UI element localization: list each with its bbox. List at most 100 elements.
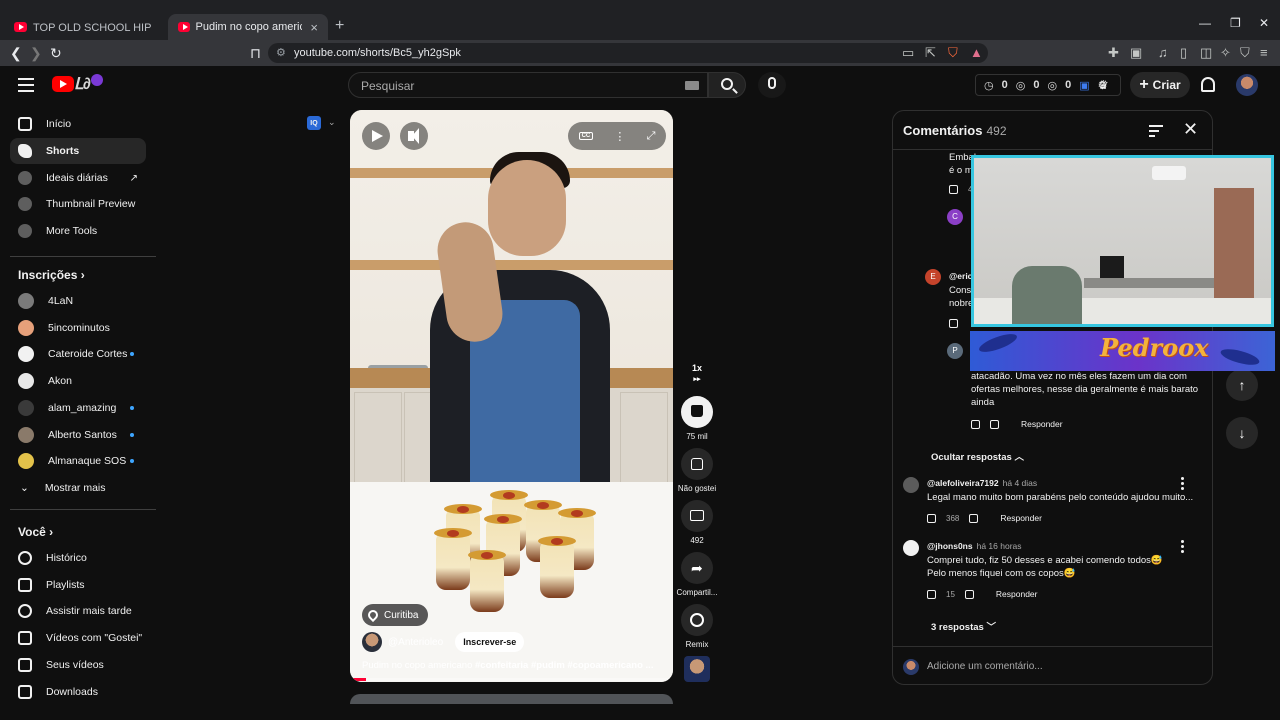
chevron-down-icon[interactable]: ⌄ — [328, 117, 336, 128]
site-info-icon[interactable]: ⚙ — [276, 46, 286, 59]
next-short-button[interactable]: ↓ — [1226, 417, 1258, 449]
comment-author[interactable]: @jhons0ns há 16 horas — [927, 541, 1022, 551]
video-caption[interactable]: Pudim no copo americano #confeitaria #pu… — [362, 660, 662, 671]
reply-button[interactable]: Responder — [996, 589, 1038, 599]
commenter-avatar[interactable]: C — [947, 209, 963, 225]
sort-icon[interactable] — [1149, 125, 1163, 140]
sidebar-show-more[interactable]: ⌄ Mostrar mais — [10, 475, 146, 501]
leo-ai-icon[interactable]: ✧ — [1220, 45, 1231, 61]
like-button[interactable] — [681, 396, 713, 428]
vpn-icon[interactable]: ⛉ — [1240, 45, 1250, 61]
close-window-icon[interactable]: ✕ — [1259, 16, 1269, 30]
playback-speed-button[interactable]: 1x ▸▸ — [683, 357, 711, 385]
you-heading[interactable]: Você › — [18, 525, 53, 539]
guide-menu-icon[interactable] — [18, 78, 34, 92]
commenter-avatar[interactable] — [903, 477, 919, 493]
iq-extension-icon[interactable]: IQ — [307, 116, 321, 130]
more-options-icon[interactable]: ⋮ — [614, 130, 625, 143]
channel-avatar[interactable] — [362, 632, 382, 652]
iq-icon[interactable]: ▣ — [1079, 79, 1089, 92]
like-icon[interactable] — [927, 513, 936, 523]
sidebar-toggle-icon[interactable]: ▯ — [1180, 45, 1187, 61]
location-chip[interactable]: Curitiba — [362, 604, 429, 626]
minimize-icon[interactable]: — — [1199, 16, 1211, 30]
search-input[interactable]: Pesquisar — [348, 72, 708, 98]
screenshot-icon[interactable]: ▣ — [1130, 45, 1142, 61]
sidebar-item-you[interactable]: Assistir mais tarde — [10, 598, 146, 624]
restore-icon[interactable]: ❐ — [1230, 16, 1241, 30]
trophy-icon[interactable]: ♛ — [1098, 78, 1109, 92]
channel-name[interactable]: @Anterioleo — [388, 637, 443, 648]
sidebar-item-you[interactable]: Seus vídeos — [10, 652, 146, 678]
reply-button[interactable]: Responder — [1000, 513, 1042, 523]
mute-button[interactable] — [400, 122, 428, 150]
next-short-preview[interactable] — [350, 694, 673, 704]
forward-icon[interactable]: ❯ — [30, 45, 42, 62]
sidebar-item-daily-ideas[interactable]: Ideais diárias ↗ — [10, 165, 146, 191]
hide-replies-button[interactable]: Ocultar respostas ︿ — [931, 449, 1024, 463]
close-comments-icon[interactable]: ✕ — [1183, 119, 1198, 140]
show-replies-button[interactable]: 3 respostas ﹀ — [931, 619, 996, 633]
new-tab-button[interactable]: + — [335, 17, 344, 35]
previous-short-button[interactable]: ↑ — [1226, 369, 1258, 401]
sidebar-item-thumbnail-preview[interactable]: Thumbnail Preview — [10, 191, 146, 217]
dislike-icon[interactable] — [990, 419, 999, 429]
like-icon[interactable] — [949, 185, 958, 194]
browser-tab-active[interactable]: Pudim no copo americano #confe × — [168, 14, 328, 40]
fullscreen-icon[interactable]: ⤢ — [647, 130, 656, 143]
sidebar-subscription[interactable]: 5incominutos — [10, 315, 146, 341]
share-button[interactable]: ➦ — [681, 552, 713, 584]
music-icon[interactable]: ♫ — [1158, 45, 1168, 60]
search-button[interactable] — [708, 72, 746, 98]
sidebar-subscription[interactable]: Akon — [10, 368, 146, 394]
shorts-video-player[interactable]: CC ⋮ ⤢ Curitiba @Anterioleo Inscrever-se… — [350, 110, 673, 682]
reply-button[interactable]: Responder — [1021, 419, 1063, 429]
comment-menu-icon[interactable] — [1181, 540, 1185, 555]
keyboard-icon[interactable] — [685, 81, 699, 90]
sidebar-item-home[interactable]: Início — [10, 111, 146, 137]
dislike-icon[interactable] — [964, 589, 974, 599]
back-icon[interactable]: ❮ — [10, 45, 22, 62]
account-avatar[interactable] — [1236, 74, 1258, 96]
share-page-icon[interactable]: ⇱ — [925, 45, 936, 61]
commenter-avatar[interactable] — [903, 540, 919, 556]
rewards-icon[interactable]: ▲ — [970, 45, 983, 60]
commenter-avatar[interactable]: E — [925, 269, 941, 285]
sidebar-item-you[interactable]: Histórico — [10, 545, 146, 571]
youtube-logo-icon[interactable] — [52, 76, 74, 92]
sidebar-subscription[interactable]: alam_amazing — [10, 395, 146, 421]
remix-button[interactable] — [681, 604, 713, 636]
dislike-button[interactable] — [681, 448, 713, 480]
sidebar-item-shorts[interactable]: Shorts — [10, 138, 146, 164]
cast-icon[interactable]: ▭ — [902, 45, 914, 61]
bookmark-icon[interactable]: ⊓ — [250, 45, 261, 62]
like-icon[interactable] — [971, 419, 980, 429]
sidebar-item-you[interactable]: Playlists — [10, 572, 146, 598]
comment-author[interactable]: @alefoliveira7192 há 4 dias — [927, 478, 1037, 488]
like-icon[interactable] — [949, 319, 958, 328]
sidebar-item-you[interactable]: Vídeos com "Gostei" — [10, 625, 146, 651]
browser-tab[interactable]: TOP OLD SCHOOL HIP HOP 🔥 50 Co — [4, 14, 164, 40]
sidebar-item-you[interactable]: Downloads — [10, 679, 146, 705]
close-tab-icon[interactable]: × — [310, 20, 318, 35]
partial-reply-author[interactable]: @eric — [949, 271, 972, 281]
like-icon[interactable] — [927, 589, 936, 599]
url-field[interactable]: ⚙ youtube.com/shorts/Bc5_yh2gSpk — [268, 43, 988, 63]
play-button[interactable] — [362, 122, 390, 150]
subscribe-button[interactable]: Inscrever-se — [455, 632, 525, 652]
sidebar-subscription[interactable]: Cateroide Cortes — [10, 341, 146, 367]
voice-search-button[interactable] — [758, 72, 786, 98]
sidebar-subscription[interactable]: Alberto Santos — [10, 422, 146, 448]
caption-hashtags[interactable]: #confeitaria #pudim #copoamericano ... — [475, 660, 653, 671]
sidebar-subscription[interactable]: 4LaN — [10, 288, 146, 314]
notifications-bell-icon[interactable] — [1201, 77, 1215, 92]
brave-shield-icon[interactable]: ⛉ — [948, 45, 958, 61]
extensions-icon[interactable]: ✚ — [1108, 45, 1119, 61]
captions-icon[interactable]: CC — [578, 132, 594, 140]
sidebar-item-more-tools[interactable]: More Tools — [10, 218, 146, 244]
audio-thumbnail[interactable] — [684, 656, 710, 682]
create-button[interactable]: + Criar — [1130, 72, 1190, 98]
main-menu-icon[interactable]: ≡ — [1260, 45, 1268, 60]
subscriptions-heading[interactable]: Inscrições › — [18, 268, 85, 282]
reload-icon[interactable]: ↻ — [50, 45, 62, 62]
